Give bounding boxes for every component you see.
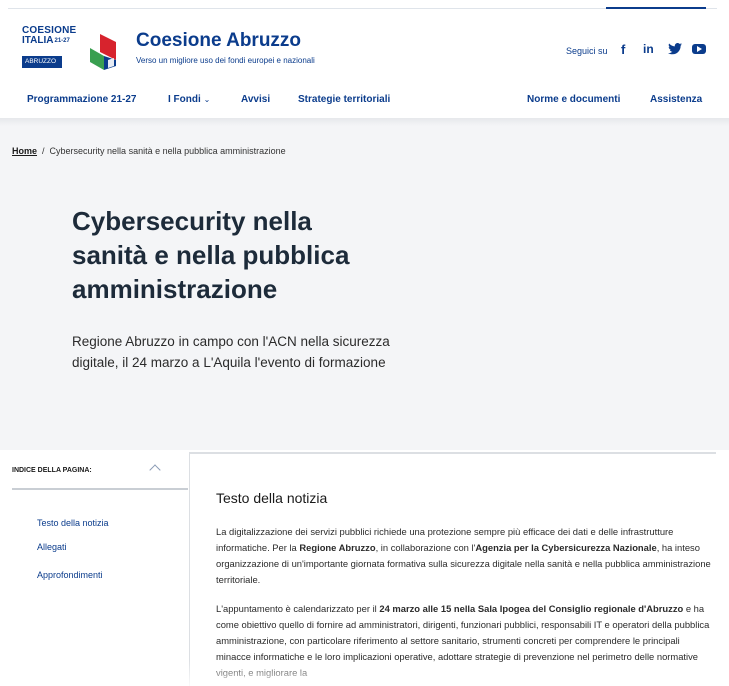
social-label: Seguici su bbox=[566, 46, 608, 56]
nav-item-norme[interactable]: Norme e documenti bbox=[527, 94, 620, 105]
linkedin-icon[interactable]: in bbox=[643, 42, 654, 58]
breadcrumb-current: Cybersecurity nella sanità e nella pubbl… bbox=[49, 146, 286, 156]
nav-item-fondi[interactable]: I Fondi ⌄ bbox=[168, 94, 210, 105]
content-divider bbox=[190, 452, 716, 454]
chevron-down-icon: ⌄ bbox=[203, 95, 211, 104]
logo-line2: ITALIA21-27 bbox=[22, 35, 70, 46]
site-title[interactable]: Coesione Abruzzo bbox=[136, 30, 301, 52]
nav-item-programmazione[interactable]: Programmazione 21-27 bbox=[27, 94, 137, 105]
article-lead: Regione Abruzzo in campo con l'ACN nella… bbox=[72, 334, 390, 370]
index-item-testo[interactable]: Testo della notizia bbox=[37, 518, 109, 528]
logo-sup: 21-27 bbox=[54, 38, 70, 44]
index-item-allegati[interactable]: Allegati bbox=[37, 542, 67, 552]
sidebar-divider bbox=[189, 452, 190, 686]
nav-item-strategie[interactable]: Strategie territoriali bbox=[298, 94, 390, 105]
page-title: Cybersecurity nella sanità e nella pubbl… bbox=[72, 206, 350, 304]
site-subtitle: Verso un migliore uso dei fondi europei … bbox=[136, 56, 315, 65]
main-nav: Programmazione 21-27 I Fondi ⌄ Avvisi St… bbox=[0, 86, 729, 116]
bottom-fade bbox=[0, 660, 729, 686]
twitter-icon[interactable] bbox=[668, 43, 682, 59]
page-index-progress bbox=[12, 488, 188, 490]
index-item-approfondimenti[interactable]: Approfondimenti bbox=[37, 570, 103, 580]
nav-item-fondi-label: I Fondi bbox=[168, 94, 201, 105]
facebook-icon[interactable]: f bbox=[621, 42, 625, 58]
top-accent-bar bbox=[606, 7, 706, 9]
logo-badge: ABRUZZO bbox=[22, 56, 62, 68]
chevron-up-icon[interactable] bbox=[149, 464, 161, 476]
coesione-logo[interactable]: COESIONE ITALIA21-27 ABRUZZO bbox=[22, 26, 126, 72]
nav-item-avvisi[interactable]: Avvisi bbox=[241, 94, 270, 105]
hero-shadow bbox=[0, 118, 729, 126]
breadcrumb-home[interactable]: Home bbox=[12, 146, 37, 156]
page-index-title: INDICE DELLA PAGINA: bbox=[12, 467, 92, 474]
section-title: Testo della notizia bbox=[216, 490, 328, 506]
youtube-icon[interactable] bbox=[692, 44, 706, 54]
nav-item-assistenza[interactable]: Assistenza bbox=[650, 94, 702, 105]
breadcrumb: Home / Cybersecurity nella sanità e nella … bbox=[12, 146, 286, 156]
breadcrumb-separator: / bbox=[42, 146, 45, 156]
site-header: COESIONE ITALIA21-27 ABRUZZO Coesione Ab… bbox=[0, 20, 729, 82]
logo-flag-icon bbox=[90, 34, 116, 70]
paragraph-1: La digitalizzazione dei servizi pubblici… bbox=[216, 526, 711, 585]
